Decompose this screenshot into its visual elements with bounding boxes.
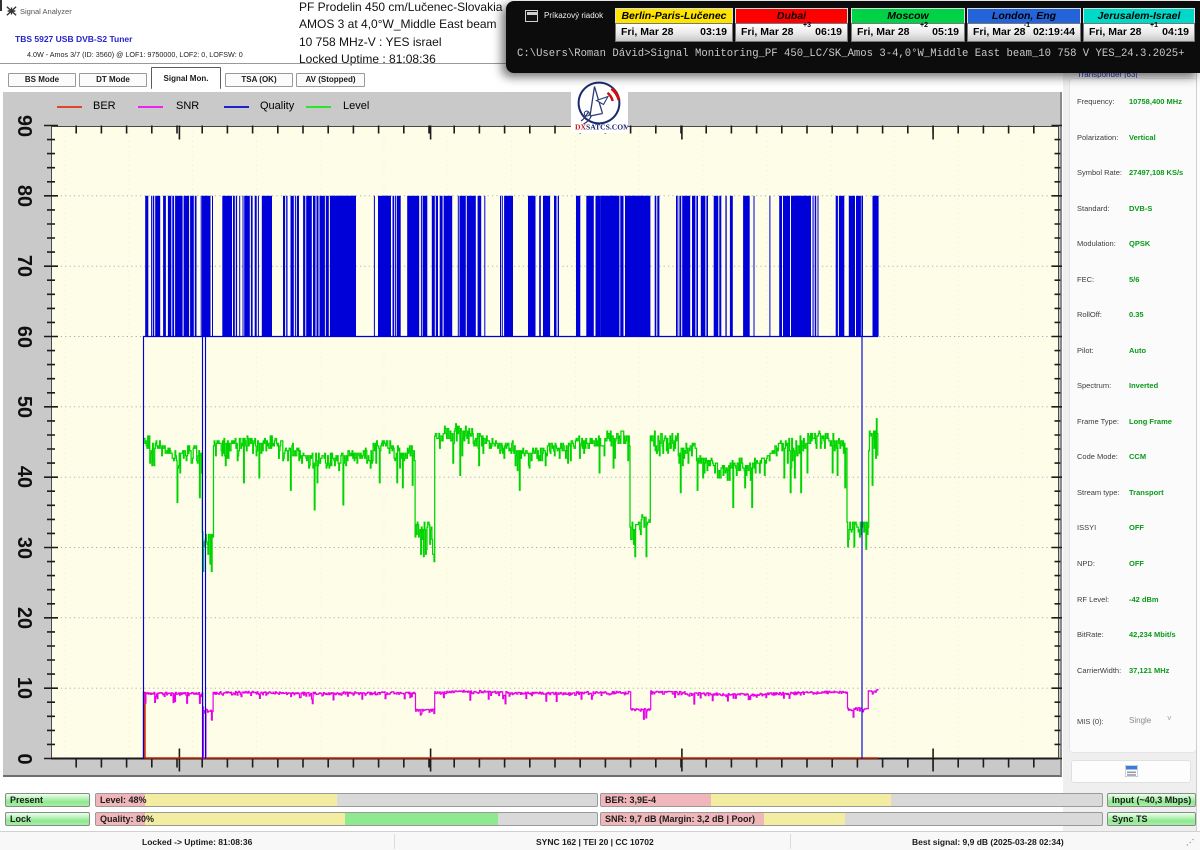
svg-text:DXSATCS.COM: DXSATCS.COM [575,123,628,132]
